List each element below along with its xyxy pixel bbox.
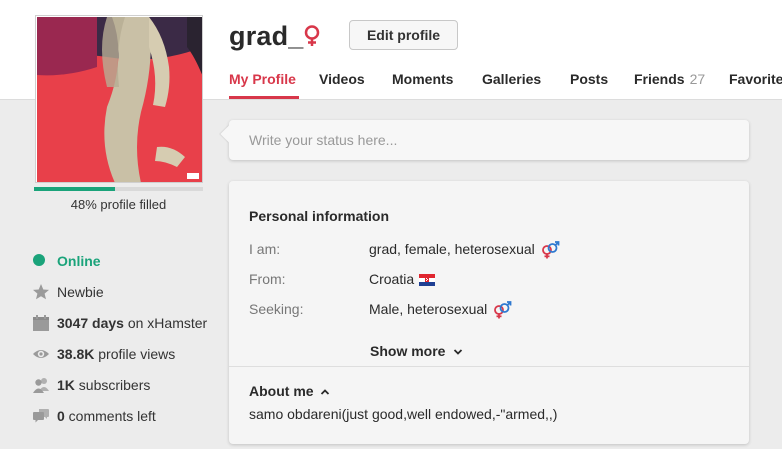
tab-my-profile[interactable]: My Profile xyxy=(229,71,296,99)
chevron-up-icon xyxy=(320,389,329,395)
tab-posts[interactable]: Posts xyxy=(570,71,608,99)
comments-suffix: comments left xyxy=(64,408,156,424)
comments-icon xyxy=(33,409,49,423)
profile-progress-fill xyxy=(34,187,116,191)
about-me-toggle[interactable]: About me xyxy=(249,383,330,399)
subscribers-suffix: subscribers xyxy=(74,377,151,393)
tab-videos[interactable]: Videos xyxy=(319,71,365,99)
info-value-i-am: grad, female, heterosexual xyxy=(369,241,560,259)
views-value: 38.8K xyxy=(57,346,95,362)
personal-info-title: Personal information xyxy=(249,208,390,224)
heterosexual-icon xyxy=(541,241,560,259)
eye-icon xyxy=(33,350,49,358)
tab-moments[interactable]: Moments xyxy=(392,71,453,99)
tab-favorites[interactable]: Favorites xyxy=(729,71,782,99)
days-suffix: on xHamster xyxy=(123,315,208,331)
users-icon xyxy=(33,378,49,393)
calendar-icon xyxy=(33,315,49,331)
comments-value: 0 xyxy=(57,408,65,424)
about-me-text: samo obdareni(just good,well endowed,-"a… xyxy=(249,406,558,422)
username: grad_ xyxy=(229,21,304,51)
days-value: 3047 days xyxy=(57,315,124,331)
active-tab-indicator xyxy=(229,96,299,99)
online-dot-icon xyxy=(33,254,45,266)
info-label-i-am: I am: xyxy=(249,241,281,257)
status-input[interactable] xyxy=(229,120,749,160)
avatar-image xyxy=(37,17,202,182)
views-text: 38.8K profile views xyxy=(57,346,175,362)
info-value-from: Croatia xyxy=(369,271,436,287)
info-label-seeking: Seeking: xyxy=(249,301,304,317)
status-card xyxy=(229,120,749,160)
subscribers-value: 1K xyxy=(57,377,75,393)
online-label: Online xyxy=(57,253,101,269)
info-value-seeking-text: Male, heterosexual xyxy=(369,301,488,317)
profile-progress-bar xyxy=(34,187,203,191)
personal-info-card: Personal information I am: grad, female,… xyxy=(229,181,749,444)
section-divider xyxy=(229,366,749,367)
show-more-button[interactable]: Show more xyxy=(370,343,463,359)
views-suffix: profile views xyxy=(94,346,176,362)
star-icon xyxy=(33,284,49,300)
info-value-i-am-text: grad, female, heterosexual xyxy=(369,241,535,257)
croatia-flag-icon xyxy=(419,274,436,287)
heterosexual-icon xyxy=(494,301,512,319)
tab-galleries[interactable]: Galleries xyxy=(482,71,541,99)
days-text: 3047 days on xHamster xyxy=(57,315,207,331)
comments-text: 0 comments left xyxy=(57,408,156,424)
friends-count: 27 xyxy=(689,71,706,87)
chevron-down-icon xyxy=(454,349,463,356)
rank-label: Newbie xyxy=(57,284,104,300)
show-more-label: Show more xyxy=(370,343,446,359)
female-gender-icon xyxy=(304,25,320,46)
profile-progress-label: 48% profile filled xyxy=(70,197,167,212)
avatar[interactable] xyxy=(35,15,203,183)
info-value-seeking: Male, heterosexual xyxy=(369,301,512,319)
about-me-title: About me xyxy=(249,383,314,399)
subscribers-text: 1K subscribers xyxy=(57,377,150,393)
tab-friends-label: Friends xyxy=(634,71,685,87)
edit-profile-button[interactable]: Edit profile xyxy=(349,20,458,50)
info-label-from: From: xyxy=(249,271,286,287)
tab-friends[interactable]: Friends 27 xyxy=(634,71,705,99)
info-value-from-text: Croatia xyxy=(369,271,415,287)
